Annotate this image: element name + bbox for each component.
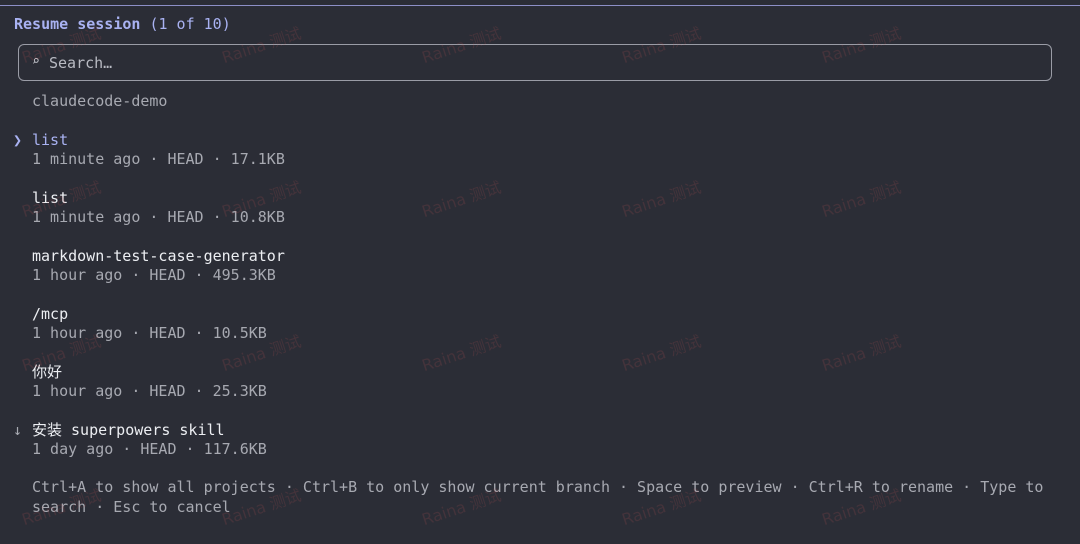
session-name: list	[32, 189, 69, 207]
search-icon: ⌕	[32, 54, 40, 69]
session-name: markdown-test-case-generator	[32, 247, 285, 265]
dialog-title: Resume session	[14, 15, 141, 33]
session-meta: 1 hour ago · HEAD · 25.3KB	[32, 382, 267, 400]
session-meta: 1 hour ago · HEAD · 495.3KB	[32, 266, 276, 284]
session-meta: 1 day ago · HEAD · 117.6KB	[32, 440, 267, 458]
selected-pointer-icon: ❯	[13, 131, 23, 149]
more-below-arrow-icon: ↓	[13, 421, 23, 439]
session-item[interactable]: 你好 1 hour ago · HEAD · 25.3KB	[32, 362, 1032, 402]
search-box[interactable]: ⌕	[18, 44, 1052, 81]
dialog-header: Resume session (1 of 10)	[14, 14, 231, 34]
session-item[interactable]: list 1 minute ago · HEAD · 10.8KB	[32, 188, 1032, 228]
session-meta: 1 minute ago · HEAD · 17.1KB	[32, 150, 285, 168]
session-item[interactable]: markdown-test-case-generator 1 hour ago …	[32, 246, 1032, 286]
top-divider	[0, 5, 1080, 6]
session-name: 安装 superpowers skill	[32, 421, 225, 439]
search-input[interactable]	[49, 52, 1029, 74]
session-name: 你好	[32, 363, 63, 381]
project-group-label: claudecode-demo	[32, 92, 168, 110]
keyboard-hints: Ctrl+A to show all projects · Ctrl+B to …	[32, 478, 1044, 516]
session-item[interactable]: list 1 minute ago · HEAD · 17.1KB	[32, 130, 1032, 170]
session-name: list	[32, 131, 69, 149]
session-meta: 1 minute ago · HEAD · 10.8KB	[32, 208, 285, 226]
session-meta: 1 hour ago · HEAD · 10.5KB	[32, 324, 267, 342]
session-item[interactable]: /mcp 1 hour ago · HEAD · 10.5KB	[32, 304, 1032, 344]
session-item[interactable]: 安装 superpowers skill 1 day ago · HEAD · …	[32, 420, 1032, 460]
session-count: (1 of 10)	[149, 15, 231, 33]
session-name: /mcp	[32, 305, 69, 323]
